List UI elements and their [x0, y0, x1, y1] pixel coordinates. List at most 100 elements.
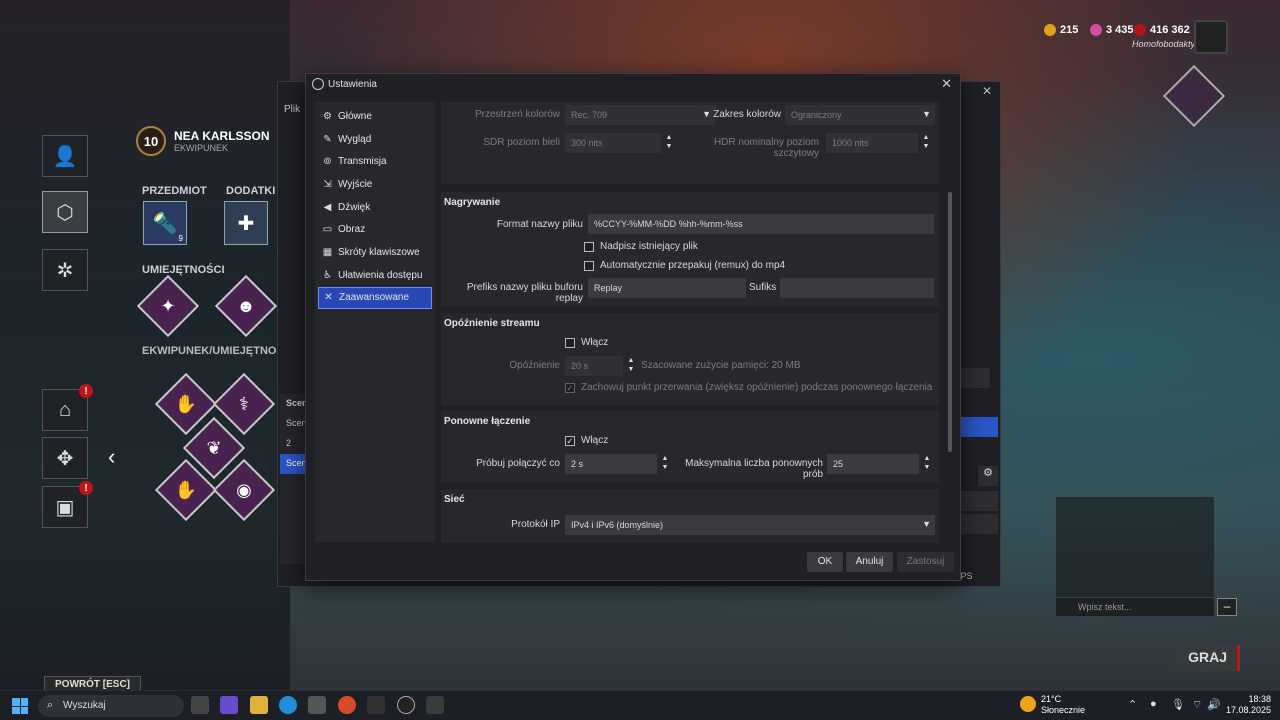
- task-view-icon[interactable]: [191, 696, 209, 714]
- obs-control-button[interactable]: [958, 491, 998, 511]
- nav-label: Skróty klawiszowe: [338, 246, 420, 258]
- close-icon[interactable]: ✕: [941, 76, 952, 92]
- output-icon: ⇲: [323, 178, 332, 190]
- obs-dropdown[interactable]: [958, 368, 990, 388]
- nav-hotkeys[interactable]: ▦ Skróty klawiszowe: [315, 241, 435, 264]
- cell-icon: [1090, 24, 1102, 36]
- chrome-icon[interactable]: [338, 696, 356, 714]
- nav-stream[interactable]: ⊚ Transmisja: [315, 150, 435, 173]
- item-count: 9: [178, 234, 183, 243]
- replay-prefix-input[interactable]: Replay: [588, 278, 746, 298]
- max-retries-input[interactable]: 25: [827, 454, 919, 474]
- scene-item[interactable]: Scena: [280, 414, 312, 434]
- game-icon[interactable]: [426, 696, 444, 714]
- nav-label: Ułatwienia dostępu: [338, 269, 423, 281]
- delay-input[interactable]: 20 s: [565, 356, 623, 376]
- alert-badge: !: [79, 481, 93, 495]
- reconnect-enable-checkbox[interactable]: ✓ Włącz: [565, 435, 608, 446]
- level-badge: 10: [136, 126, 166, 156]
- app-icon[interactable]: [367, 696, 385, 714]
- copilot-icon[interactable]: [220, 696, 238, 714]
- scrollbar-thumb[interactable]: [948, 192, 952, 452]
- ip-protocol-select[interactable]: IPv4 i IPv6 (domyślnie) ▼: [565, 515, 935, 535]
- person-icon: 👤: [52, 145, 78, 168]
- color-range-value: Ograniczony: [791, 110, 842, 120]
- max-retries-spinner[interactable]: ▲ ▼: [921, 454, 933, 474]
- store-button[interactable]: ▣!: [42, 481, 93, 528]
- nav-audio[interactable]: ◀ Dźwięk: [315, 196, 435, 219]
- retry-delay-input[interactable]: 2 s: [565, 454, 657, 474]
- edge-icon[interactable]: [279, 696, 297, 714]
- settings-scrollbar[interactable]: [948, 102, 953, 542]
- app-tray-icon[interactable]: ●: [1150, 698, 1157, 710]
- windows-start-icon[interactable]: [12, 698, 28, 714]
- ip-protocol-value: IPv4 i IPv6 (domyślnie): [571, 520, 664, 530]
- wifi-icon[interactable]: ⌔: [1192, 698, 1202, 712]
- hdr-input[interactable]: 1000 nits: [826, 133, 918, 153]
- archives-button[interactable]: ✥: [42, 437, 88, 479]
- microphone-icon[interactable]: 🎙: [1171, 698, 1185, 711]
- obs-icon[interactable]: [397, 696, 415, 714]
- close-icon[interactable]: ✕: [982, 84, 992, 98]
- filename-format-input[interactable]: %CCYY-%MM-%DD %hh-%mm-%ss: [588, 214, 934, 234]
- obs-control-button[interactable]: [958, 514, 998, 534]
- store-icon[interactable]: [308, 696, 326, 714]
- stream-delay-enable-checkbox[interactable]: Włącz: [565, 337, 608, 348]
- speaker-icon[interactable]: 🔊: [1207, 698, 1221, 711]
- addon-slot[interactable]: ✚: [224, 201, 268, 245]
- color-range-select[interactable]: Ograniczony ▼: [785, 105, 935, 125]
- chevron-left-icon[interactable]: ‹: [108, 444, 115, 470]
- nav-video[interactable]: ▭ Obraz: [315, 218, 435, 241]
- color-space-select[interactable]: Rec. 709 ▼: [565, 105, 715, 125]
- character-name: NEA KARLSSON: [174, 129, 270, 143]
- perk-icon: ✋: [174, 394, 198, 414]
- checkbox-box: [584, 260, 594, 271]
- recording-group: Nagrywanie Format nazwy pliku %CCYY-%MM-…: [441, 192, 939, 307]
- taskbar: ⌕ Wyszukaj 21°C Słonecznie ⌃ ● 🎙 ⌔ 🔊 18:38…: [0, 690, 1280, 720]
- play-button[interactable]: GRAJ: [1152, 645, 1240, 671]
- bloodweb-button[interactable]: ✲: [42, 249, 88, 291]
- retry-delay-spinner[interactable]: ▲ ▼: [659, 454, 671, 474]
- apply-button[interactable]: Zastosuj: [897, 552, 954, 572]
- sdr-input[interactable]: 300 nits: [565, 133, 661, 153]
- loadout-button[interactable]: ⬡: [42, 191, 88, 233]
- clock[interactable]: 18:38 17.08.2025: [1226, 694, 1271, 716]
- hdr-spinner[interactable]: ▲ ▼: [920, 133, 932, 153]
- gear-icon[interactable]: ⚙: [978, 466, 998, 486]
- item-slot[interactable]: 🔦 9: [143, 201, 187, 245]
- broadcast-icon: ⊚: [323, 156, 332, 168]
- chevron-up-icon[interactable]: ⌃: [1128, 698, 1137, 711]
- color-range-label: Zakres kolorów: [713, 109, 781, 120]
- nav-appearance[interactable]: ✎ Wygląd: [315, 128, 435, 151]
- taskbar-search[interactable]: ⌕ Wyszukaj: [38, 695, 184, 717]
- remux-checkbox[interactable]: Automatycznie przepakuj (remux) do mp4: [584, 260, 785, 271]
- ok-button[interactable]: OK: [807, 552, 843, 572]
- overwrite-checkbox[interactable]: Nadpisz istniejący plik: [584, 241, 698, 252]
- preserve-cutoff-checkbox[interactable]: ✓ Zachowuj punkt przerwania (zwiększ opóź…: [565, 382, 932, 393]
- chat-minimize-button[interactable]: –: [1217, 598, 1237, 616]
- scene-item[interactable]: 2: [280, 434, 308, 454]
- currency-auric-cells: 3 435: [1090, 24, 1134, 36]
- currency-value: 3 435: [1106, 24, 1134, 36]
- menu-file[interactable]: Plik: [284, 104, 300, 115]
- store-icon: ▣: [55, 496, 75, 519]
- character-button[interactable]: 👤: [42, 135, 88, 177]
- network-header: Sieć: [444, 494, 465, 505]
- avatar[interactable]: [1194, 20, 1228, 54]
- chat-input[interactable]: Wpisz tekst...: [1056, 598, 1214, 616]
- scene-item[interactable]: Scena: [280, 454, 312, 474]
- nav-general[interactable]: ⚙ Główne: [315, 105, 435, 128]
- perk-icon: ✋: [174, 480, 198, 500]
- cancel-button[interactable]: Anuluj: [846, 552, 893, 572]
- obs-start-streaming-button[interactable]: [958, 417, 998, 437]
- file-explorer-icon[interactable]: [250, 696, 268, 714]
- sdr-spinner[interactable]: ▲ ▼: [663, 133, 675, 153]
- nav-accessibility[interactable]: ♿ Ułatwienia dostępu: [315, 264, 435, 287]
- suffix-input[interactable]: [780, 278, 934, 298]
- delay-spinner[interactable]: ▲ ▼: [625, 356, 637, 376]
- nav-output[interactable]: ⇲ Wyjście: [315, 173, 435, 196]
- monitor-icon: ▭: [322, 224, 333, 236]
- nav-advanced[interactable]: ✕ Zaawansowane: [318, 286, 432, 310]
- color-space-value: Rec. 709: [571, 110, 608, 120]
- shrine-button[interactable]: ⌂!: [42, 384, 93, 431]
